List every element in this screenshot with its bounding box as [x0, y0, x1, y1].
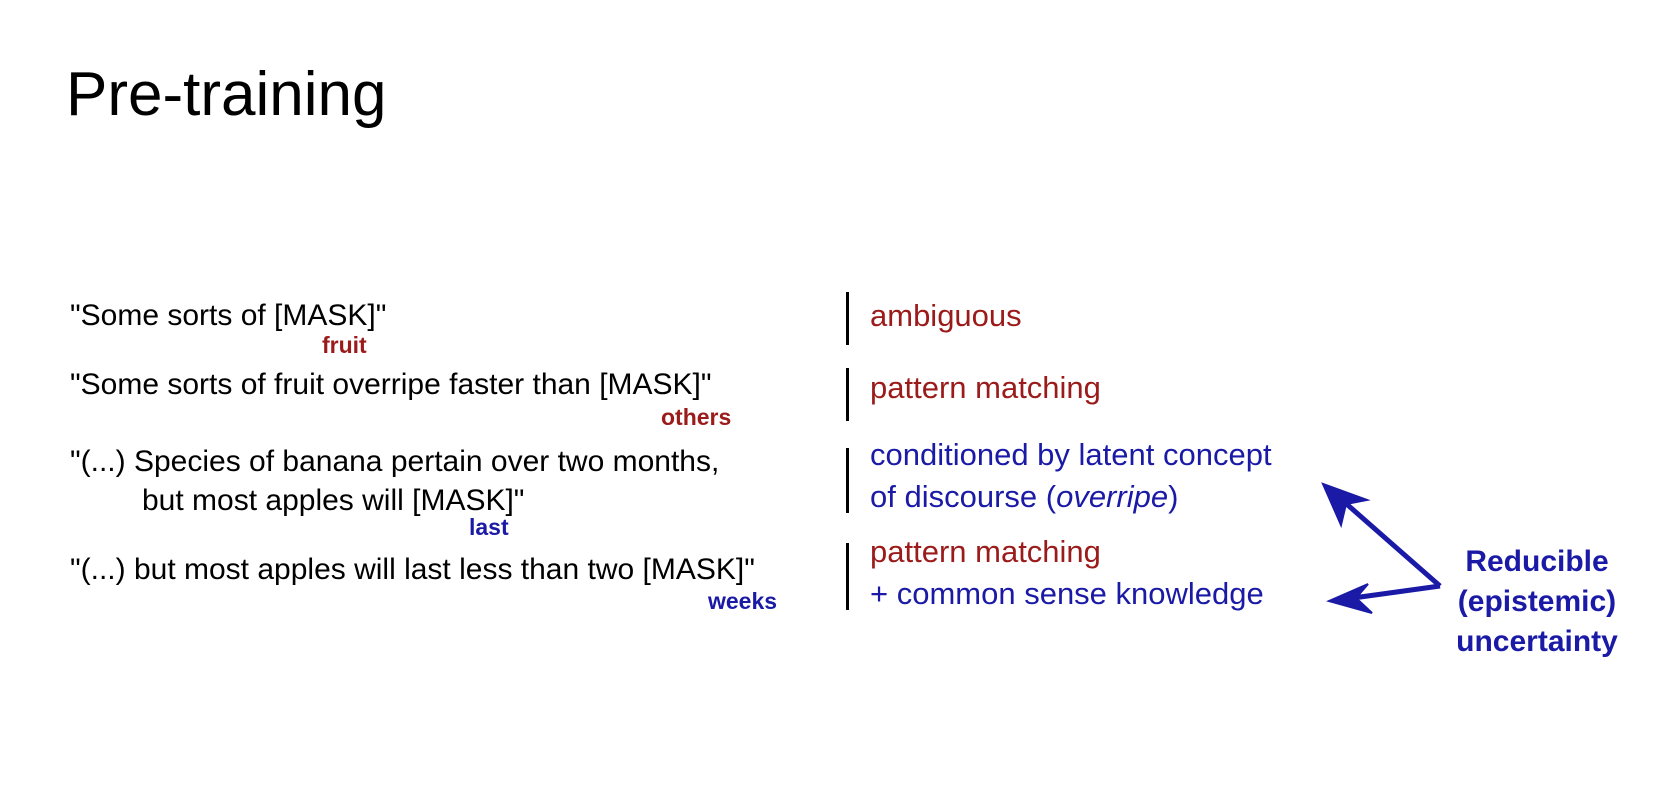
arrow-to-latent-concept	[1340, 498, 1442, 588]
callout-arrows	[1321, 482, 1442, 614]
